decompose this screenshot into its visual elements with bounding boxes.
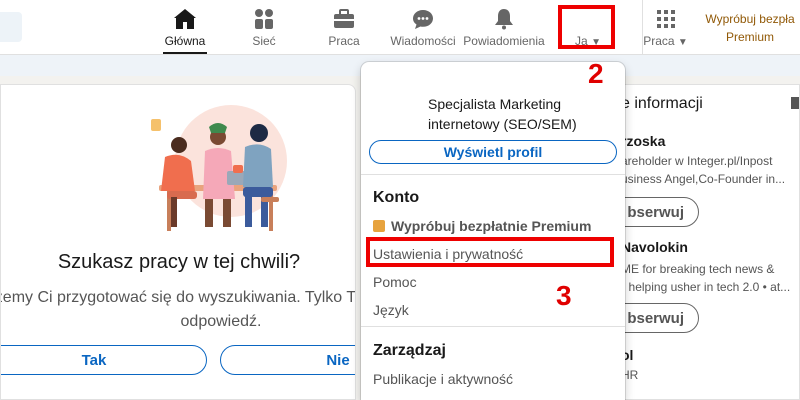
posts-activity-item[interactable]: Publikacje i aktywność: [373, 371, 513, 387]
news-card: e informacji rzoska areholder w Integer.…: [612, 84, 800, 400]
step-3-label: 3: [556, 280, 572, 311]
suggestion-name[interactable]: Navolokin: [621, 239, 688, 255]
suggestion-name[interactable]: rzoska: [621, 133, 665, 149]
people-illustration: [151, 105, 287, 231]
view-profile-button[interactable]: Wyświetl profil: [369, 140, 617, 164]
help-item[interactable]: Pomoc: [373, 274, 417, 290]
network-icon: [255, 9, 273, 29]
nav-network-label: Sieć: [252, 34, 276, 48]
nav-work-label-wrap: Praca ▼: [643, 34, 688, 50]
profile-avatar[interactable]: [369, 74, 425, 130]
follow-button-label: bserwuj: [627, 203, 684, 221]
try-premium-label: Wypróbuj bezpłatnie Premium: [391, 218, 592, 234]
suggestion-desc: ME for breaking tech news &: [621, 262, 775, 276]
nav-home-label: Główna: [164, 34, 206, 48]
nav-jobs[interactable]: Praca: [328, 0, 360, 54]
global-nav: Główna Sieć Praca Wiadomości Powiadomien…: [0, 0, 800, 54]
manage-heading: Zarządzaj: [373, 342, 446, 359]
job-seeking-card: Szukasz pracy w tej chwili? ożemy Ci prz…: [0, 84, 356, 400]
grid-icon: [656, 10, 675, 28]
follow-button[interactable]: bserwuj: [613, 303, 699, 333]
news-card-title: e informacji: [621, 95, 703, 112]
job-card-title: Szukasz pracy w tej chwili?: [57, 251, 301, 273]
nav-notifications[interactable]: Powiadomienia: [462, 0, 546, 54]
nav-network[interactable]: Sieć: [250, 0, 278, 54]
suggestion-desc: areholder w Integer.pl/Inpost: [621, 154, 773, 168]
bell-icon: [495, 9, 513, 30]
briefcase-icon: [334, 9, 354, 28]
premium-icon: [373, 220, 385, 232]
follow-button[interactable]: bserwuj: [613, 197, 699, 227]
step-2-label: 2: [588, 58, 604, 89]
suggestion-desc: • helping usher in tech 2.0 • at...: [621, 280, 791, 294]
info-icon[interactable]: [791, 97, 799, 109]
divider: [361, 174, 625, 175]
premium-link[interactable]: Wypróbuj bezpła Premium: [700, 10, 800, 46]
nav-jobs-label: Praca: [328, 34, 360, 48]
profile-headline: Specjalista Marketing internetowy (SEO/S…: [428, 96, 577, 132]
search-box[interactable]: [0, 12, 22, 42]
nav-messaging-label: Wiadomości: [390, 34, 456, 48]
suggestion-desc: usiness Angel,Co-Founder in...: [621, 172, 786, 186]
no-button[interactable]: Nie: [220, 345, 355, 375]
highlight-settings: [366, 237, 614, 267]
nav-work-label: Praca: [643, 34, 675, 48]
job-card-subtitle-line1: ożemy Ci przygotować się do wyszukiwania…: [0, 289, 356, 306]
divider: [361, 326, 625, 327]
me-dropdown-menu: Specjalista Marketing internetowy (SEO/S…: [361, 62, 625, 400]
nav-messaging[interactable]: Wiadomości: [390, 0, 456, 54]
language-item[interactable]: Język: [373, 302, 409, 318]
nav-home[interactable]: Główna: [163, 0, 207, 54]
caret-down-icon: ▼: [677, 37, 688, 48]
premium-link-line2: Premium: [725, 30, 774, 44]
follow-button-label: bserwuj: [627, 309, 684, 327]
yes-button[interactable]: Tak: [1, 345, 207, 375]
messaging-icon: [413, 10, 433, 29]
nav-notifications-label: Powiadomienia: [463, 34, 545, 48]
premium-link-line1: Wypróbuj bezpła: [705, 12, 795, 26]
job-card-subtitle-line2: odpowiedź.: [180, 313, 262, 330]
highlight-me-menu: [558, 5, 615, 49]
try-premium-item[interactable]: Wypróbuj bezpłatnie Premium: [373, 218, 591, 234]
account-heading: Konto: [373, 189, 420, 206]
nav-work[interactable]: Praca ▼: [642, 0, 688, 54]
home-icon: [174, 9, 196, 29]
